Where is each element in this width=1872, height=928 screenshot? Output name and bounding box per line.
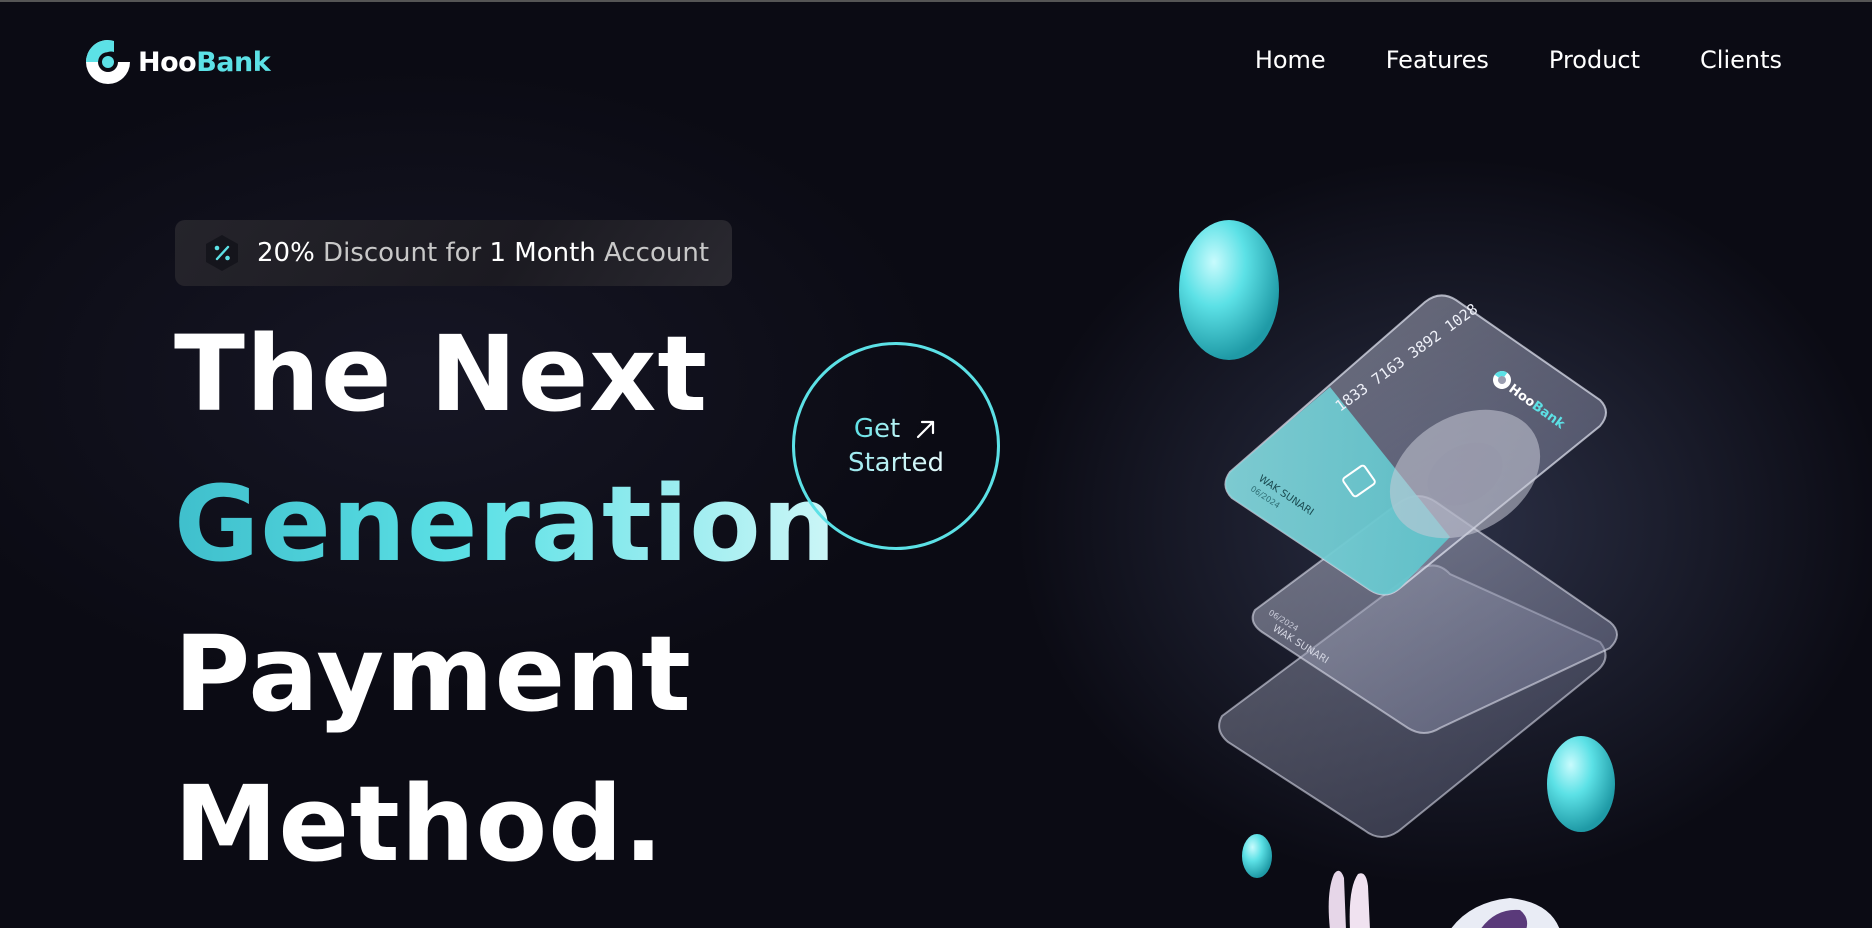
nav-item-clients[interactable]: Clients xyxy=(1700,46,1782,74)
hero-headline-line1: The Next xyxy=(174,313,709,435)
sphere-decoration xyxy=(1179,220,1279,360)
hoobank-logo-icon xyxy=(86,38,132,84)
main-nav: Home Features Product Clients xyxy=(1255,46,1782,74)
front-card: 1833 7163 3892 1028 WAK SUNARI 06/2024 H… xyxy=(1224,294,1607,596)
sphere-decoration xyxy=(1242,834,1272,878)
cards-illustration: WAK SUNARI 06/2024 1833 7163 3892 1028 W… xyxy=(1179,220,1618,928)
nav-item-product[interactable]: Product xyxy=(1549,46,1640,74)
cta-label-line1: Get xyxy=(853,414,901,444)
sphere-decoration xyxy=(1547,736,1615,832)
hero-headline-line2: Generation xyxy=(174,463,837,585)
hero-headline-line3: Payment xyxy=(174,613,692,735)
nav-item-home[interactable]: Home xyxy=(1255,46,1326,74)
discount-icon xyxy=(206,235,238,271)
discount-text: 20% Discount for 1 Month Account xyxy=(257,238,710,268)
arrow-up-right-icon xyxy=(917,420,935,439)
brand-name: HooBank xyxy=(138,46,271,78)
nav-item-features[interactable]: Features xyxy=(1386,46,1489,74)
brand-logo[interactable]: HooBank xyxy=(84,38,271,86)
landing-page: HooBank Home Features Product Clients 20… xyxy=(0,0,1872,928)
discount-badge: 20% Discount for 1 Month Account xyxy=(175,220,732,286)
cta-top-row: Get xyxy=(854,414,938,444)
cta-label-line2: Started xyxy=(847,448,944,478)
hand-decoration xyxy=(1328,870,1560,928)
get-started-button[interactable]: Get Started xyxy=(792,342,1000,550)
hero-headline-line4: Method. xyxy=(174,763,665,885)
